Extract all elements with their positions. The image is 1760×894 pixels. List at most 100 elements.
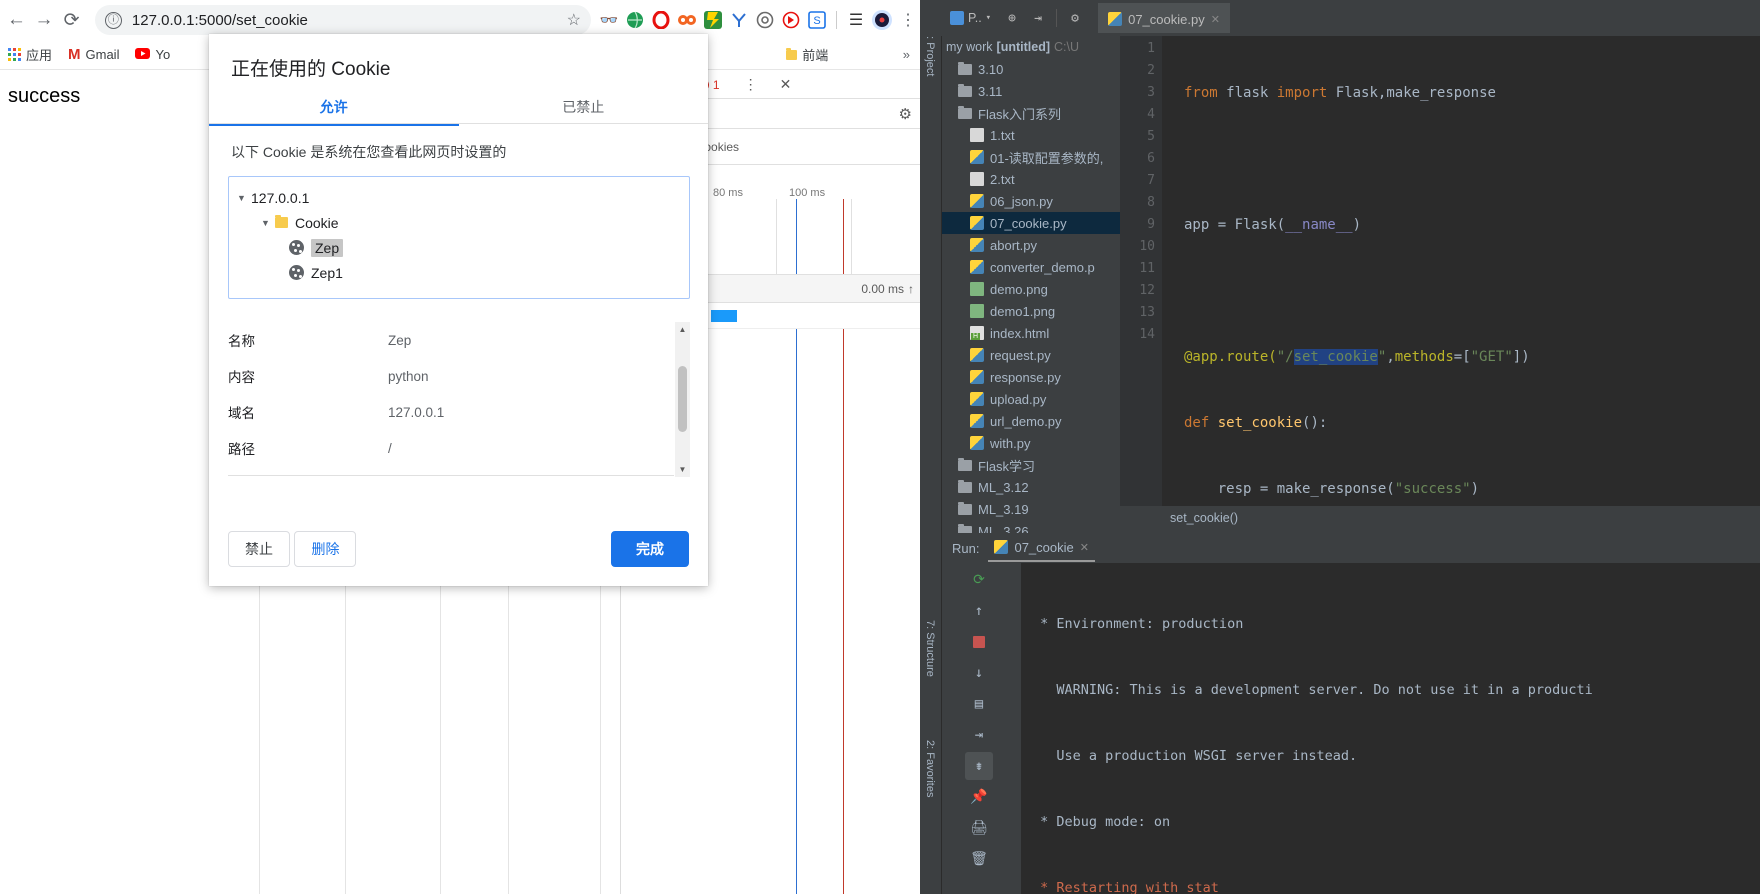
chevron-down-icon[interactable]: ▾ — [986, 13, 991, 23]
project-tree-item-label: index.html — [990, 325, 1050, 341]
gear-icon[interactable]: ⚙ — [1062, 6, 1088, 30]
scroll-down-icon[interactable]: ▼ — [675, 462, 690, 477]
favorites-tool-label[interactable]: 2: Favorites — [924, 740, 936, 797]
chevron-down-icon[interactable]: ▼ — [261, 218, 275, 228]
editor-line-number: 10 — [1139, 239, 1155, 254]
bookmark-apps[interactable]: 应用 — [8, 45, 52, 64]
editor-tab-07-cookie[interactable]: 07_cookie.py ✕ — [1098, 3, 1230, 33]
project-selector-label[interactable]: P.. — [968, 11, 982, 25]
structure-tool-label[interactable]: 7: Structure — [924, 620, 936, 677]
print-icon[interactable]: 🖨 — [965, 814, 993, 842]
done-button[interactable]: 完成 — [611, 531, 689, 567]
project-tree-item[interactable]: ML_3.12 — [942, 476, 1120, 498]
bookmark-star-icon[interactable]: ☆ — [567, 10, 581, 30]
ext-globe-green-icon[interactable] — [623, 8, 647, 32]
project-tree-item[interactable]: converter_demo.p — [942, 256, 1120, 278]
scroll-up-icon[interactable]: ▲ — [675, 322, 690, 337]
project-tree-item[interactable]: request.py — [942, 344, 1120, 366]
ext-record-dark-icon[interactable] — [870, 8, 894, 32]
ext-circle-red-icon[interactable] — [779, 8, 803, 32]
python-file-icon — [970, 216, 984, 230]
project-tree-item[interactable]: with.py — [942, 432, 1120, 454]
locate-file-icon[interactable]: ⊕ — [999, 6, 1025, 30]
project-tree-item[interactable]: upload.py — [942, 388, 1120, 410]
cookie-tree[interactable]: ▼ 127.0.0.1 ▼ Cookie Zep Zep1 — [228, 176, 690, 299]
chrome-menu-icon[interactable]: ⋮ — [896, 8, 920, 32]
bookmarks-overflow-icon[interactable]: » — [903, 47, 910, 62]
project-view-icon[interactable] — [950, 11, 964, 25]
project-tree-item[interactable]: 3.11 — [942, 80, 1120, 102]
collapse-all-icon[interactable]: ⇥ — [1025, 6, 1051, 30]
ext-dark-glasses-icon[interactable]: 👓 — [597, 8, 621, 32]
scrollbar-thumb[interactable] — [678, 366, 687, 432]
project-root-row[interactable]: my work [untitled] C:\U — [942, 36, 1120, 58]
rerun-icon[interactable]: ⟳ — [965, 566, 993, 594]
project-tree-item[interactable]: demo1.png — [942, 300, 1120, 322]
tab-allowed[interactable]: 允许 — [209, 90, 459, 126]
address-bar[interactable]: ⓘ 127.0.0.1:5000/set_cookie ☆ — [94, 5, 591, 35]
ext-playlist-icon[interactable]: ☰ — [844, 8, 868, 32]
soft-wrap-icon[interactable]: ⇥ — [965, 721, 993, 749]
project-tree-item[interactable]: response.py — [942, 366, 1120, 388]
tree-row-origin[interactable]: ▼ 127.0.0.1 — [237, 185, 689, 210]
pycharm-window: 1: Project 7: Structure 2: Favorites P..… — [920, 0, 1760, 894]
back-icon[interactable]: ← — [5, 3, 28, 37]
forward-icon[interactable]: → — [33, 3, 56, 37]
ext-s-blue-icon[interactable]: S — [805, 8, 829, 32]
reload-icon[interactable]: ⟳ — [60, 3, 83, 37]
details-scrollbar[interactable]: ▲ ▼ — [675, 322, 690, 477]
project-tree-item[interactable]: url_demo.py — [942, 410, 1120, 432]
pin-icon[interactable]: 📌 — [965, 783, 993, 811]
tree-row-cookie-folder[interactable]: ▼ Cookie — [237, 210, 689, 235]
tab-blocked[interactable]: 已禁止 — [459, 90, 709, 126]
ext-y-blue-icon[interactable] — [727, 8, 751, 32]
project-tree-item-label: demo.png — [990, 281, 1048, 297]
run-console-output[interactable]: * Environment: production WARNING: This … — [1022, 563, 1760, 894]
bookmark-frontend[interactable]: 前端 — [786, 45, 828, 64]
project-tree-item[interactable]: abort.py — [942, 234, 1120, 256]
editor-code-area[interactable]: from flask import Flask,make_response ap… — [1162, 36, 1760, 506]
close-icon[interactable]: ✕ — [1080, 541, 1089, 554]
tree-row-cookie-zep[interactable]: Zep — [237, 235, 689, 260]
bookmark-youtube[interactable]: Yo — [135, 47, 170, 62]
trash-icon[interactable]: 🗑 — [965, 845, 993, 873]
project-tool-label[interactable]: 1: Project — [924, 30, 936, 76]
bookmark-label: Yo — [155, 47, 171, 62]
up-arrow-icon[interactable]: ↑ — [965, 597, 993, 625]
project-tree-item[interactable]: 06_json.py — [942, 190, 1120, 212]
ext-circle-gray-icon[interactable] — [753, 8, 777, 32]
project-tree-item[interactable]: demo.png — [942, 278, 1120, 300]
layout-icon[interactable]: ▤ — [965, 690, 993, 718]
project-tree-item[interactable]: 1.txt — [942, 124, 1120, 146]
site-info-icon[interactable]: ⓘ — [104, 11, 122, 29]
bookmark-gmail[interactable]: M Gmail — [68, 46, 119, 63]
ext-flash-yellow-icon[interactable] — [701, 8, 725, 32]
project-tree-item[interactable]: 3.10 — [942, 58, 1120, 80]
gear-icon[interactable]: ⚙ — [899, 105, 912, 123]
ext-opera-red-icon[interactable] — [649, 8, 673, 32]
project-tree-item[interactable]: 2.txt — [942, 168, 1120, 190]
down-arrow-icon[interactable]: ↓ — [965, 659, 993, 687]
chevron-down-icon[interactable]: ▼ — [237, 193, 251, 203]
project-tree-item[interactable]: index.html — [942, 322, 1120, 344]
project-tree-item[interactable]: Flask入门系列 — [942, 102, 1120, 124]
stop-icon[interactable] — [965, 628, 993, 656]
delete-button[interactable]: 删除 — [294, 531, 357, 567]
block-button[interactable]: 禁止 — [228, 531, 290, 567]
run-config-tab[interactable]: 07_cookie ✕ — [988, 534, 1095, 562]
project-tree-item-label: 01-读取配置参数的, — [990, 150, 1104, 166]
scroll-to-end-icon[interactable]: ⇟ — [965, 752, 993, 780]
project-tree-item[interactable]: 01-读取配置参数的, — [942, 146, 1120, 168]
code-editor[interactable]: 1 2 3 4 5 6 7 8 9 10 11 12 13 14 from flask import Fl… — [1120, 36, 1760, 506]
project-tree-item[interactable]: ML_3.19 — [942, 498, 1120, 520]
tree-row-cookie-zep1[interactable]: Zep1 — [237, 260, 689, 285]
ext-infinity-orange-icon[interactable] — [675, 8, 699, 32]
detail-value: Zep — [388, 332, 412, 348]
devtools-more-icon[interactable]: ⋮ — [744, 76, 758, 93]
project-tree-item[interactable]: 07_cookie.py — [942, 212, 1120, 234]
editor-gutter[interactable]: 1 2 3 4 5 6 7 8 9 10 11 12 13 14 — [1120, 36, 1162, 506]
project-tree-item[interactable]: Flask学习 — [942, 454, 1120, 476]
devtools-close-icon[interactable]: ✕ — [780, 76, 792, 93]
detail-key: 路径 — [228, 442, 255, 457]
close-icon[interactable]: ✕ — [1211, 13, 1220, 26]
